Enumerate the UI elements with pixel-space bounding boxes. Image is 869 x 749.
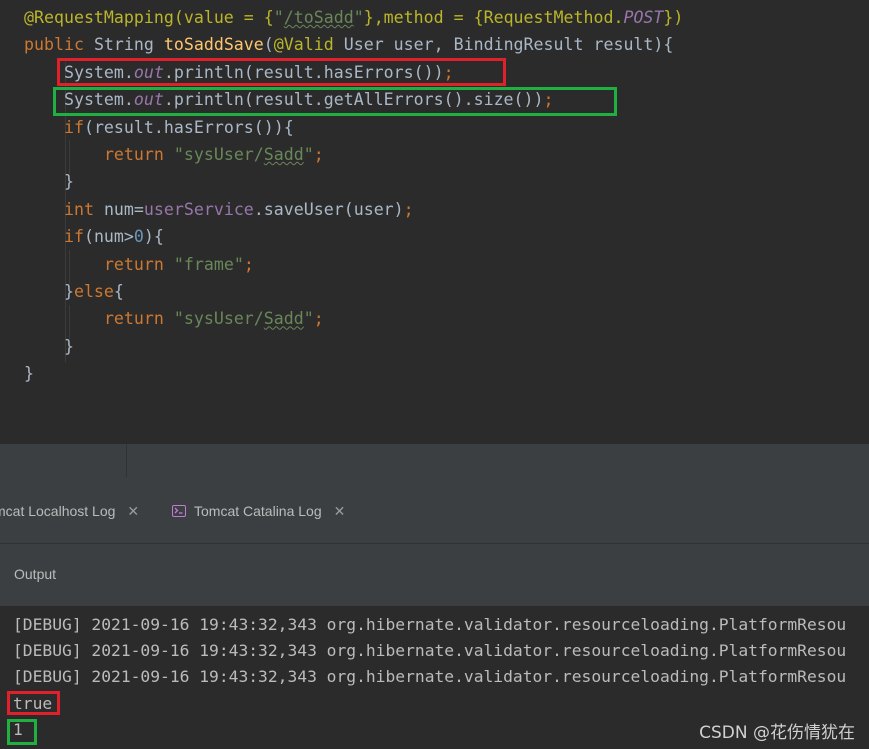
code-token: Sadd (263, 145, 304, 164)
close-icon[interactable]: ✕ (334, 503, 346, 520)
code-line: return "sysUser/Sadd"; (24, 305, 324, 332)
code-token: ; (403, 199, 414, 219)
watermark: CSDN @花伤情犹在 (699, 723, 855, 743)
code-token: POST (623, 8, 664, 27)
code-token: " (303, 145, 314, 164)
code-token: },method = {RequestMethod. (363, 8, 624, 27)
highlight-box-errors-size (53, 87, 617, 116)
console-line: [DEBUG] 2021-09-16 19:43:32,343 org.hibe… (13, 667, 847, 686)
code-token: " (273, 8, 284, 27)
code-token: ; (313, 309, 324, 329)
code-line: }else{ (24, 278, 124, 305)
code-token: if (63, 117, 84, 137)
code-line: if(result.hasErrors()){ (24, 114, 294, 141)
tab-tomcat-catalina-log[interactable]: Tomcat Catalina Log ✕ (172, 500, 345, 522)
code-token: "sysUser/ (173, 309, 264, 329)
code-token: userService (143, 199, 254, 219)
highlight-box-count (7, 719, 37, 745)
highlight-box-has-errors (57, 58, 506, 86)
code-token: } (24, 336, 74, 356)
console-line: [DEBUG] 2021-09-16 19:43:32,343 org.hibe… (13, 615, 847, 634)
code-editor[interactable]: @RequestMapping(value = {"/toSadd"},meth… (0, 0, 869, 444)
code-token: @Valid (273, 35, 344, 55)
tab-label: mcat Localhost Log (0, 503, 116, 519)
code-line: @RequestMapping(value = {"/toSadd"},meth… (24, 4, 683, 31)
code-line: if(num>0){ (24, 223, 164, 250)
code-token: "sysUser/ (173, 145, 264, 164)
code-token: Sadd (263, 309, 304, 329)
tab-tomcat-localhost-log[interactable]: mcat Localhost Log ✕ (0, 500, 139, 522)
split-bar (0, 444, 869, 477)
code-token: (result.hasErrors()){ (83, 117, 294, 137)
close-icon[interactable]: ✕ (127, 503, 139, 520)
code-line: } (24, 168, 74, 195)
code-token: ; (243, 254, 254, 274)
code-token: .saveUser(user) (253, 199, 404, 219)
code-token: (num> (83, 227, 134, 247)
code-token: " (353, 8, 364, 27)
highlight-box-true (7, 691, 60, 715)
code-token: else (73, 282, 114, 301)
code-token: { (113, 282, 124, 301)
code-token: String (93, 35, 164, 55)
tab-label: Tomcat Catalina Log (194, 503, 322, 519)
code-line: return "frame"; (24, 251, 254, 278)
code-token: return (103, 145, 174, 164)
code-line: return "sysUser/Sadd"; (24, 141, 324, 168)
code-token: int (63, 199, 104, 219)
code-token: return (103, 254, 174, 274)
code-token: } (24, 172, 74, 192)
code-line: public String toSaddSave(@Valid User use… (24, 31, 673, 58)
console-line: [DEBUG] 2021-09-16 19:43:32,343 org.hibe… (13, 641, 847, 660)
terminal-icon (172, 505, 186, 517)
tool-window-tabs: mcat Localhost Log ✕ Tomcat Catalina Log… (0, 477, 869, 544)
code-token: if (63, 227, 84, 247)
code-line: int num=userService.saveUser(user); (24, 196, 414, 223)
output-header: Output (0, 544, 869, 607)
code-token: " (303, 309, 314, 329)
code-token: return (103, 309, 174, 329)
code-line: } (24, 333, 74, 360)
code-token: } (24, 364, 34, 384)
code-token: } (24, 282, 74, 301)
code-token: User user, BindingResult result){ (343, 35, 674, 55)
code-token: @RequestMapping(value = { (24, 8, 274, 27)
code-token: num= (103, 199, 144, 219)
split-divider (126, 444, 127, 477)
code-token: public (24, 35, 94, 55)
code-line: } (24, 360, 34, 387)
code-token: }) (663, 8, 684, 27)
code-token: ){ (143, 227, 164, 247)
code-token: "frame" (173, 254, 244, 274)
code-token: toSaddSave (163, 35, 264, 55)
code-token: ; (313, 145, 324, 164)
code-token: 0 (133, 227, 144, 247)
code-token: ( (263, 35, 274, 55)
output-label: Output (14, 566, 57, 582)
code-token: /toSadd (283, 8, 354, 27)
